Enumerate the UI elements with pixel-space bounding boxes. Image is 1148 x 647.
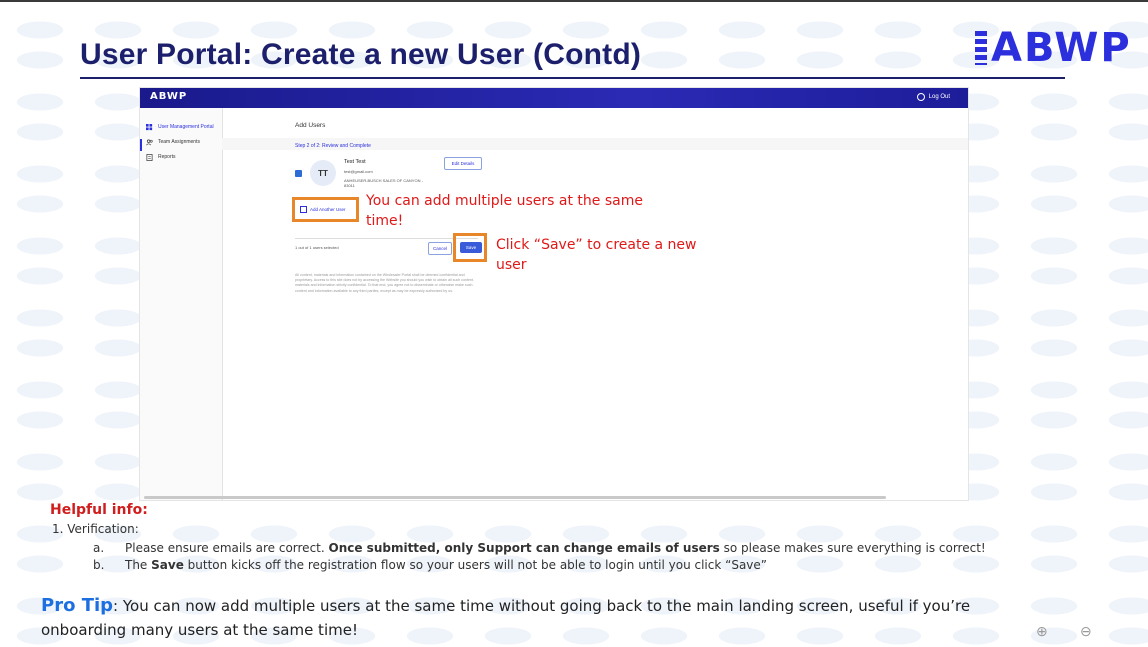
logo-bars-icon [975,31,987,65]
list-marker: b. [93,558,105,572]
pro-tip-text: : You can now add multiple users at the … [41,597,971,639]
pro-tip-lead: Pro Tip [41,595,114,616]
zoom-out-icon[interactable]: ⊖ [1080,623,1092,640]
callout-add-multiple: You can add multiple users at the same t… [366,193,643,229]
app-screenshot: ABWP Log Out User Management Portal Team… [139,87,969,501]
bold-text: Once submitted, only Support can change … [328,541,720,555]
logout-label: Log Out [928,94,950,100]
app-header: ABWP Log Out [140,88,968,108]
sidebar-item-user-management[interactable]: User Management Portal [146,121,214,133]
user-circle-icon [916,93,925,101]
text: so please makes sure everything is corre… [719,541,986,555]
logout-button[interactable]: Log Out [916,93,950,101]
step-label: Step 2 of 2: Review and Complete [295,143,371,149]
grid-icon [146,123,153,130]
callout-save-hint: Click “Save” to create a new user [496,237,697,273]
horizontal-scrollbar[interactable] [144,496,886,499]
helpful-item-verification: 1. Verification: [52,522,139,536]
sidebar-item-team-assignments[interactable]: Team Assignments [146,136,200,148]
save-highlight [453,233,487,262]
text: button kicks off the registration flow s… [183,558,768,572]
disclaimer-text: All content, materials and information c… [295,273,475,293]
title-underline [80,77,1065,79]
avatar: TT [310,160,336,186]
brand-logo: ABWP [975,25,1132,71]
zoom-in-icon[interactable]: ⊕ [1036,623,1048,640]
sidebar-item-reports[interactable]: Reports [146,151,176,163]
app-logo: ABWP [150,91,188,102]
helpful-subitem-a: a. Please ensure emails are correct. Once… [93,541,986,555]
sidebar-item-label: Reports [158,154,176,160]
text: The [125,558,152,572]
cancel-button[interactable]: Cancel [428,242,452,255]
sidebar-item-label: User Management Portal [158,124,214,130]
sidebar: User Management Portal Team Assignments … [140,108,223,500]
list-marker: a. [93,541,105,555]
slide-title: User Portal: Create a new User (Contd) [80,38,642,71]
user-name: Test Test [344,159,366,165]
page-title: Add Users [295,122,326,129]
helpful-info-title: Helpful info: [50,502,148,518]
user-email: test@gmail.com [344,169,373,174]
sidebar-item-label: Team Assignments [158,139,200,145]
text: Please ensure emails are correct. [125,541,329,555]
users-icon [146,139,153,145]
document-icon [146,153,153,161]
bold-text: Save [151,558,184,572]
divider [295,238,478,239]
user-organization: ANHEUSER-BUSCH SALES OF CANYON - 83011 [344,178,423,188]
pro-tip: Pro Tip: You can now add multiple users … [41,594,1021,642]
brand-logo-text: ABWP [991,25,1132,71]
selection-count: 1 out of 1 users selected [295,245,339,250]
user-select-checkbox[interactable] [295,170,302,177]
add-user-highlight [292,197,359,222]
edit-details-button[interactable]: Edit Details [444,157,482,170]
sidebar-active-indicator [140,139,142,151]
helpful-subitem-b: b. The Save button kicks off the registra… [93,558,767,572]
